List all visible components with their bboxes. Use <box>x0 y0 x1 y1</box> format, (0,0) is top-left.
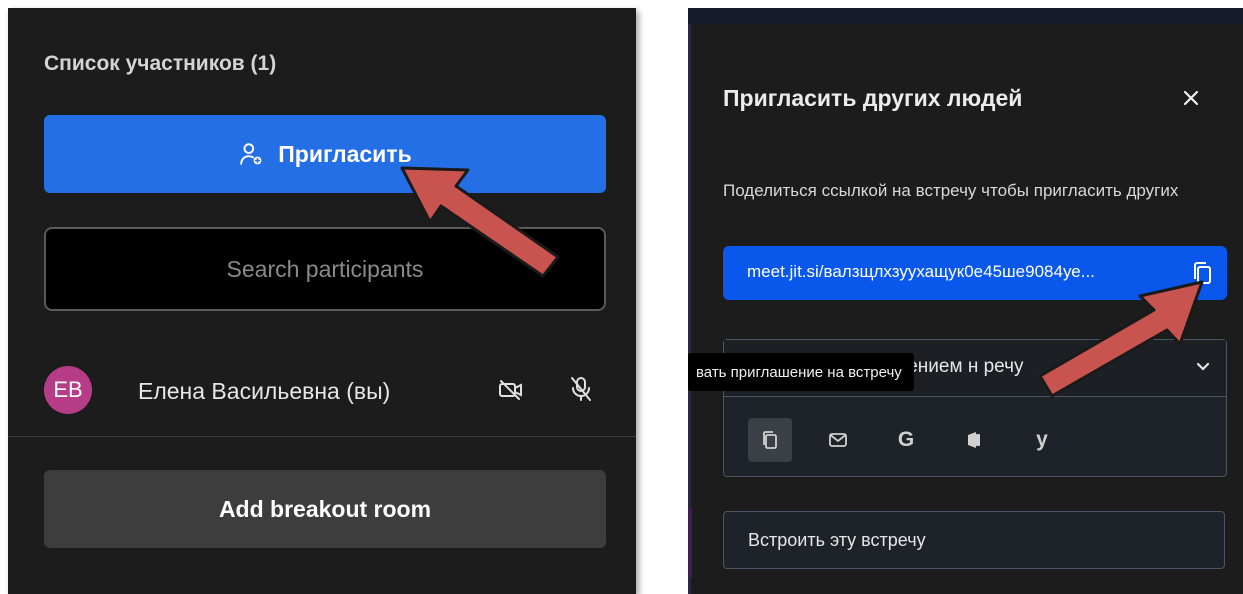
copy-icon[interactable] <box>1191 261 1213 285</box>
copy-invitation-button[interactable] <box>748 418 792 462</box>
share-options: G y <box>748 418 1064 464</box>
mail-icon <box>829 433 847 447</box>
background-edge-accent <box>688 508 692 578</box>
embed-meeting-label: Встроить эту встречу <box>748 529 926 550</box>
google-share-button[interactable]: G <box>884 418 928 462</box>
chevron-down-icon <box>1196 362 1210 371</box>
search-placeholder: Search participants <box>226 255 424 282</box>
embed-meeting-button[interactable]: Встроить эту встречу <box>723 511 1225 569</box>
mic-off-icon[interactable] <box>570 376 592 402</box>
email-share-button[interactable] <box>816 418 860 462</box>
meeting-link-text: meet.jit.si/валзщлхзуухащук0е45ше9084уе.… <box>747 262 1095 281</box>
yahoo-share-button[interactable]: y <box>1020 418 1064 462</box>
avatar: EB <box>44 366 92 414</box>
camera-off-icon[interactable] <box>498 378 524 402</box>
invite-button-label: Пригласить <box>278 140 412 167</box>
add-user-icon <box>240 143 262 165</box>
invite-button[interactable]: Пригласить <box>44 115 606 193</box>
add-breakout-room-button[interactable]: Add breakout room <box>44 470 606 548</box>
participant-row[interactable]: EB Елена Васильевна (вы) <box>44 360 604 420</box>
participants-title: Список участников (1) <box>44 52 277 75</box>
close-icon[interactable] <box>1179 86 1203 110</box>
yahoo-icon: y <box>1036 428 1048 451</box>
meeting-link-field[interactable]: meet.jit.si/валзщлхзуухащук0е45ше9084уе.… <box>723 246 1227 300</box>
outlook-share-button[interactable] <box>952 418 996 462</box>
participant-name: Елена Васильевна (вы) <box>138 378 391 404</box>
participants-panel: Список участников (1) Пригласить Search … <box>8 8 636 594</box>
outlook-icon <box>968 432 980 448</box>
search-participants-input[interactable]: Search participants <box>44 227 606 311</box>
breakout-button-label: Add breakout room <box>218 495 432 522</box>
invite-dialog: Пригласить других людей Поделиться ссылк… <box>688 8 1243 594</box>
google-icon: G <box>897 428 915 451</box>
dialog-title: Пригласить других людей <box>723 85 1023 111</box>
background-strip <box>688 8 1243 24</box>
copy-icon <box>763 431 777 449</box>
divider <box>8 436 636 437</box>
tooltip-text: вать приглашение на встречу <box>696 363 902 381</box>
copy-invitation-tooltip: вать приглашение на встречу <box>688 353 914 391</box>
share-link-description: Поделиться ссылкой на встречу чтобы приг… <box>723 181 1179 200</box>
